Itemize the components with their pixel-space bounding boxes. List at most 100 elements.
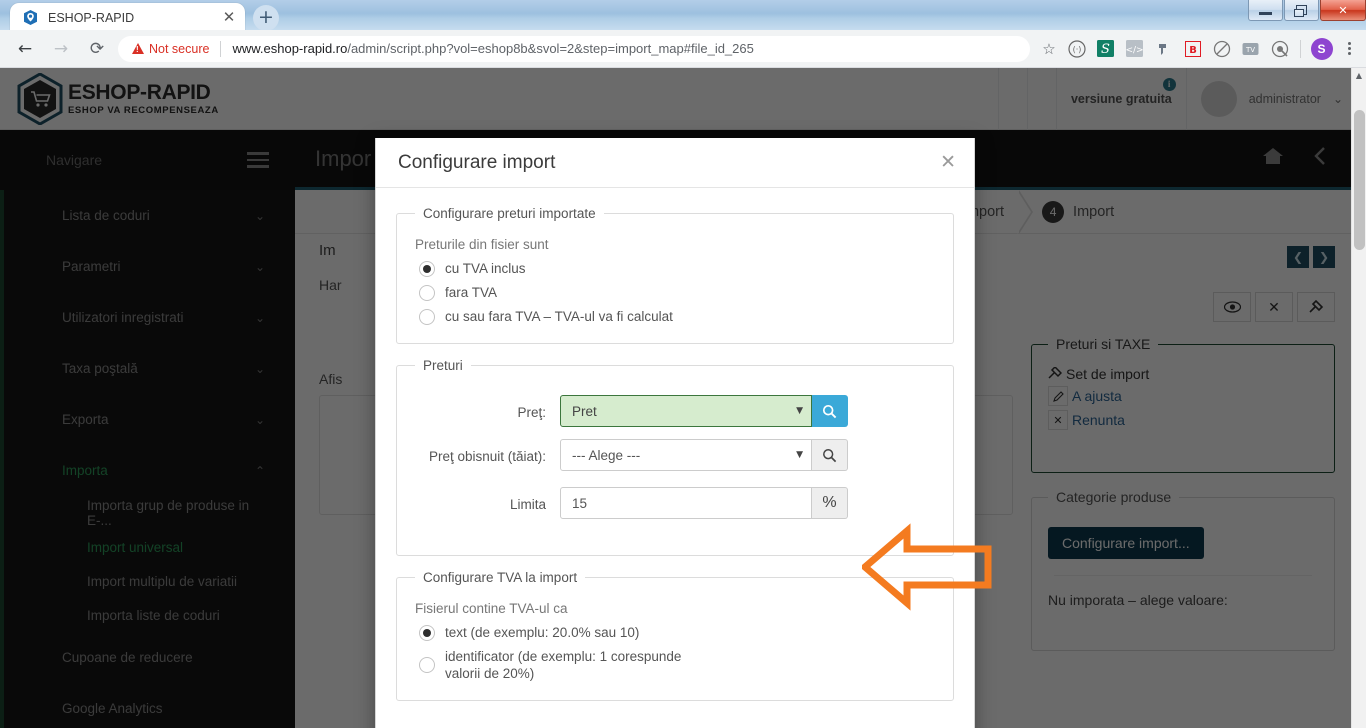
header-cell-a xyxy=(997,68,1027,130)
fieldset-legend: Configurare TVA la import xyxy=(423,570,578,585)
limita-input[interactable]: 15 xyxy=(560,487,812,519)
browser-tab[interactable]: ESHOP-RAPID ✕ xyxy=(10,3,245,30)
radio-tva-text[interactable]: text (de exemplu: 20.0% sau 10) xyxy=(419,624,935,641)
green-s-icon[interactable]: S xyxy=(1091,36,1120,62)
star-icon[interactable]: ☆ xyxy=(1036,36,1062,62)
chevron-down-icon[interactable]: ⌄ xyxy=(255,362,265,376)
close-icon[interactable]: ✕ xyxy=(940,153,956,172)
tva-hint: Fisierul contine TVA-ul ca xyxy=(415,601,568,616)
info-icon[interactable]: i xyxy=(1162,77,1176,91)
sidebar-item-label: Exporta xyxy=(62,412,109,427)
sidebar-nav-list: Lista de coduri ⌄ Parametri ⌄ Utilizator… xyxy=(0,190,295,728)
forward-arrow-icon[interactable]: → xyxy=(46,34,76,64)
radio-button-icon[interactable] xyxy=(419,657,435,673)
chevron-down-icon[interactable]: ▼ xyxy=(796,406,803,416)
chevron-down-icon[interactable]: ⌄ xyxy=(255,209,265,223)
home-icon[interactable] xyxy=(1261,145,1285,172)
chevron-down-icon[interactable]: ⌄ xyxy=(255,260,265,274)
chevron-left-icon[interactable]: ❮ xyxy=(1287,246,1309,268)
radio-cu-tva-inclus[interactable]: cu TVA inclus xyxy=(419,260,935,277)
hamburger-icon[interactable] xyxy=(220,152,295,168)
modal-body: Configurare preturi importate Preturile … xyxy=(376,188,974,701)
pret-obisnuit-select[interactable]: --- Alege --- ▼ xyxy=(560,439,812,471)
sidebar-item-importa-liste-de-coduri[interactable]: Importa liste de coduri xyxy=(4,598,295,632)
adjust-row[interactable]: A ajusta xyxy=(1048,386,1318,406)
close-icon[interactable]: ✕ xyxy=(221,9,237,26)
address-bar[interactable]: Not secure www.eshop-rapid.ro/admin/scri… xyxy=(118,35,1030,62)
sidebar-item-importa[interactable]: Importa ⌃ xyxy=(4,445,295,496)
parentheses-icon[interactable]: (·) xyxy=(1062,36,1091,62)
sidebar-item-google-analytics[interactable]: Google Analytics xyxy=(4,683,295,728)
chevron-right-icon[interactable]: ❯ xyxy=(1313,246,1335,268)
pret-select[interactable]: Pret ▼ xyxy=(560,395,812,427)
back-arrow-icon[interactable]: ← xyxy=(10,34,40,64)
sidebar-item-lista-de-coduri[interactable]: Lista de coduri ⌄ xyxy=(4,190,295,241)
radio-label: cu sau fara TVA – TVA-ul va fi calculat xyxy=(445,309,673,324)
x-icon[interactable]: ✕ xyxy=(1048,410,1068,430)
chevron-left-icon[interactable] xyxy=(1311,145,1329,172)
search-icon[interactable] xyxy=(812,439,848,471)
red-b-icon[interactable]: B xyxy=(1178,36,1207,62)
sidebar-item-taxa-postala[interactable]: Taxa poştală ⌄ xyxy=(4,343,295,394)
radio-button-icon[interactable] xyxy=(419,309,435,325)
radio-label: fara TVA xyxy=(445,285,498,300)
pin-icon[interactable] xyxy=(1149,36,1178,62)
target-icon[interactable] xyxy=(1265,36,1294,62)
maximize-icon[interactable] xyxy=(1284,0,1319,21)
radio-button-icon[interactable] xyxy=(419,625,435,641)
sidebar-item-label: Importa xyxy=(62,463,108,478)
plug-icon[interactable] xyxy=(1297,292,1335,322)
chevron-down-icon[interactable]: ⌄ xyxy=(1333,92,1343,106)
row-tool-buttons: ✕ xyxy=(1031,292,1335,322)
radio-label: identificator (de exemplu: 1 corespunde … xyxy=(445,649,682,681)
chevron-up-icon[interactable]: ⌃ xyxy=(255,464,265,478)
tv-icon[interactable]: TV xyxy=(1236,36,1265,62)
minimize-icon[interactable] xyxy=(1248,0,1283,21)
pret-select-value: Pret xyxy=(572,403,597,419)
svg-text:(·): (·) xyxy=(1072,45,1081,54)
search-icon[interactable] xyxy=(812,395,848,427)
avatar[interactable]: S xyxy=(1307,36,1336,62)
chevron-down-icon[interactable]: ▼ xyxy=(796,450,803,460)
code-brackets-icon[interactable]: </> xyxy=(1120,36,1149,62)
radio-fara-tva[interactable]: fara TVA xyxy=(419,284,935,301)
not-secure-indicator[interactable]: Not secure xyxy=(132,42,209,56)
sidebar-item-parametri[interactable]: Parametri ⌄ xyxy=(4,241,295,292)
free-version-badge[interactable]: versiune gratuita i xyxy=(1055,68,1186,130)
eye-icon[interactable] xyxy=(1213,292,1251,322)
x-icon[interactable]: ✕ xyxy=(1255,292,1293,322)
radio-button-icon[interactable] xyxy=(419,261,435,277)
radio-tva-identificator[interactable]: identificator (de exemplu: 1 corespunde … xyxy=(419,648,709,682)
cancel-link[interactable]: Renunta xyxy=(1072,412,1125,428)
sidebar-item-exporta[interactable]: Exporta ⌄ xyxy=(4,394,295,445)
svg-text:TV: TV xyxy=(1245,46,1255,54)
site-logo[interactable]: ESHOP-RAPID ESHOP VA RECOMPENSEAZA xyxy=(0,71,300,126)
scrollbar-thumb[interactable] xyxy=(1354,110,1365,250)
sidebar-item-import-multiplu-de-variatii[interactable]: Import multiplu de variatii xyxy=(4,564,295,598)
kebab-menu-icon[interactable] xyxy=(1336,36,1362,62)
reload-icon[interactable]: ⟳ xyxy=(82,34,112,64)
sidebar-item-cupoane-de-reducere[interactable]: Cupoane de reducere xyxy=(4,632,295,683)
step-import[interactable]: 4 Import xyxy=(1030,190,1140,234)
configurare-import-button[interactable]: Configurare import... xyxy=(1048,527,1204,559)
close-icon[interactable]: ✕ xyxy=(1320,0,1366,21)
sidebar-item-import-universal[interactable]: Import universal xyxy=(4,530,295,564)
user-menu[interactable]: administrator ⌄ xyxy=(1185,68,1351,130)
scroll-up-arrow-icon[interactable]: ▲ xyxy=(1352,68,1366,83)
sidebar-item-utilizatori-inregistrati[interactable]: Utilizatori inregistrati ⌄ xyxy=(4,292,295,343)
chevron-down-icon[interactable]: ⌄ xyxy=(255,311,265,325)
chevron-down-icon[interactable]: ⌄ xyxy=(255,413,265,427)
browser-toolbar: ← → ⟳ Not secure www.eshop-rapid.ro/admi… xyxy=(0,30,1366,68)
pret-obisnuit-select-value: --- Alege --- xyxy=(572,447,641,463)
sidebar-item-importa-grup-de-produse[interactable]: Importa grup de produse in E-... xyxy=(4,496,295,530)
cancel-row[interactable]: ✕ Renunta xyxy=(1048,410,1318,430)
adjust-link[interactable]: A ajusta xyxy=(1072,388,1122,404)
page-scrollbar[interactable]: ▲ xyxy=(1351,68,1366,728)
configurare-import-modal: Configurare import ✕ Configurare preturi… xyxy=(375,138,975,728)
new-tab-button[interactable]: + xyxy=(253,5,279,30)
radio-cu-sau-fara-tva[interactable]: cu sau fara TVA – TVA-ul va fi calculat xyxy=(419,308,935,325)
no-script-icon[interactable] xyxy=(1207,36,1236,62)
radio-button-icon[interactable] xyxy=(419,285,435,301)
pencil-icon[interactable] xyxy=(1048,386,1068,406)
security-label: Not secure xyxy=(149,41,210,56)
